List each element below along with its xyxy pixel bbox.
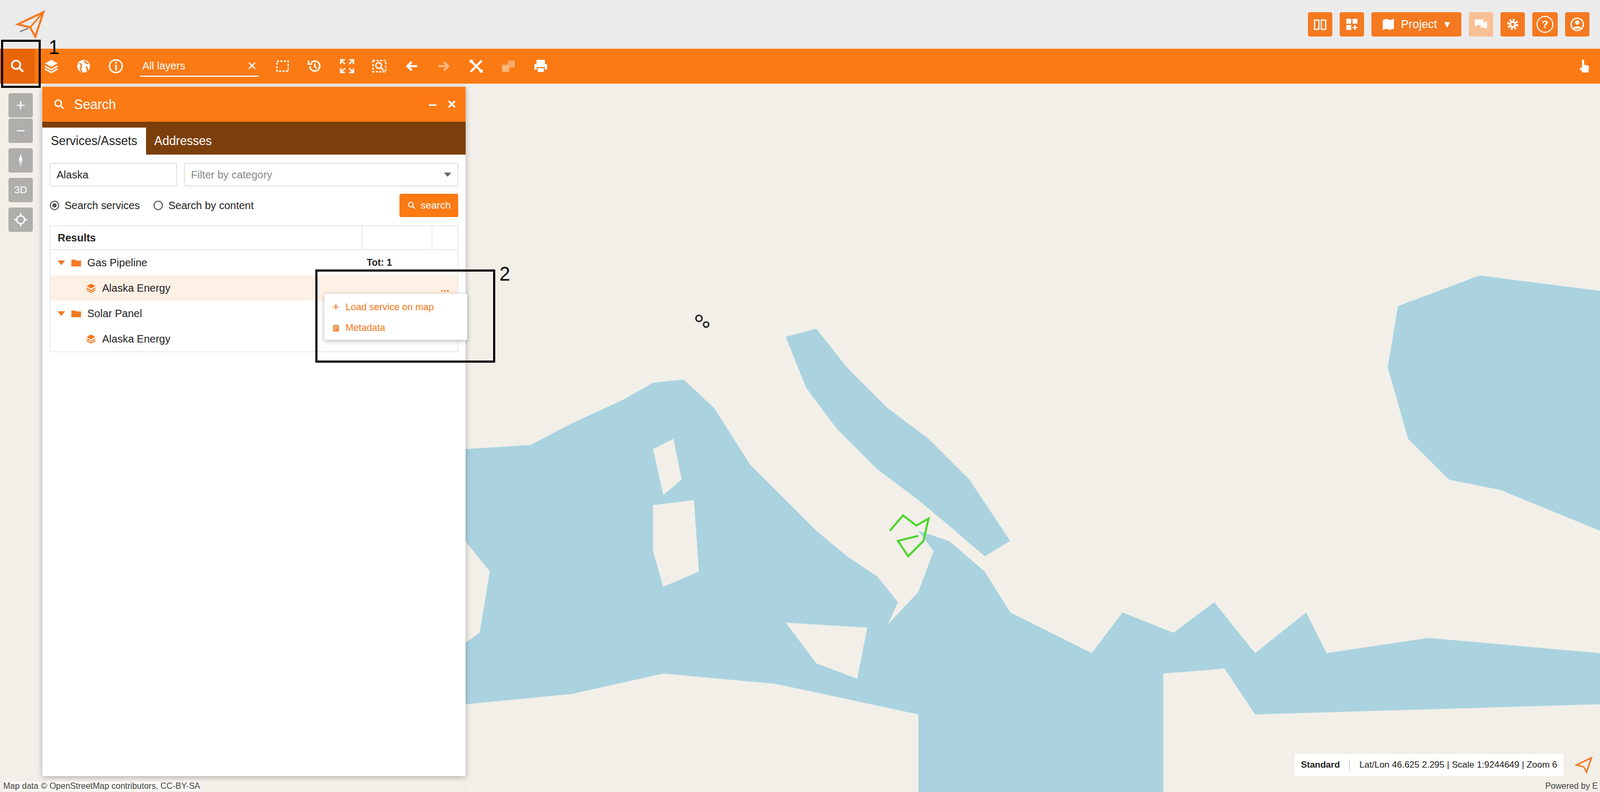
- clear-filter-button[interactable]: ×: [247, 57, 257, 74]
- zoom-in-button[interactable]: +: [8, 93, 33, 118]
- grid-icon: [1344, 16, 1360, 32]
- status-bar: StandardLat/Lon 46.625 2.295 | Scale 1:9…: [1294, 753, 1564, 776]
- tab[interactable]: Addresses: [146, 127, 221, 155]
- powered-by: Powered by E: [1544, 780, 1598, 791]
- context-menu: +Load service on mapMetadata: [324, 293, 468, 340]
- panel-title: Search: [74, 96, 420, 113]
- user-icon: [1569, 16, 1585, 32]
- back-icon: [403, 57, 421, 75]
- globe-icon: [75, 57, 93, 75]
- compass-icon: [12, 152, 29, 169]
- basemap-button[interactable]: [67, 48, 100, 84]
- expand-icon[interactable]: [57, 311, 66, 316]
- tab[interactable]: Services/Assets: [42, 127, 147, 155]
- chat-icon: [1473, 16, 1489, 32]
- results-header: Results: [50, 225, 458, 250]
- fullscreen-icon: [338, 57, 356, 75]
- map-toolbar: All layers×: [0, 48, 1600, 84]
- compass-button[interactable]: [8, 148, 33, 173]
- chat-button[interactable]: [1468, 12, 1494, 37]
- map-controls: +− 3D: [8, 93, 33, 232]
- zoom-controls: +−: [8, 93, 33, 143]
- project-button[interactable]: Project▼: [1371, 12, 1462, 37]
- layers-off-button[interactable]: [492, 48, 525, 84]
- document-icon: [331, 323, 341, 333]
- category-select[interactable]: Filter by category: [184, 162, 459, 187]
- dashboard-button[interactable]: [1339, 12, 1365, 37]
- book-button[interactable]: [1307, 12, 1333, 37]
- close-button[interactable]: ×: [446, 95, 458, 113]
- search-mode-radio[interactable]: Search by content: [153, 199, 254, 212]
- search-icon: [8, 57, 26, 75]
- minimize-button[interactable]: –: [427, 95, 439, 113]
- search-form: Alaska Filter by category Search services S…: [42, 154, 466, 223]
- map-view[interactable]: +−3DSearch–×Services/AssetsAddressesAlas…: [0, 83, 1600, 792]
- layers-off-icon: [500, 57, 517, 75]
- logo-icon[interactable]: [14, 8, 46, 40]
- annotation-box: [1, 39, 41, 88]
- zoom-box-button[interactable]: [362, 48, 396, 84]
- dropdown-icon: [443, 172, 452, 177]
- info-button[interactable]: [99, 48, 132, 84]
- app-header: Project▼?: [0, 0, 1600, 49]
- zoom-box-icon: [370, 57, 388, 75]
- forward-button[interactable]: [427, 48, 460, 84]
- logo-icon: [1574, 755, 1593, 774]
- search-icon: [406, 200, 417, 211]
- map-icon: [1380, 16, 1396, 32]
- radio-icon: [153, 200, 163, 211]
- book-icon: [1312, 16, 1328, 32]
- layers-icon: [85, 282, 97, 294]
- query-input[interactable]: Alaska: [49, 162, 177, 187]
- annotation-label: 1: [48, 38, 60, 58]
- zoom-out-button[interactable]: −: [8, 118, 33, 143]
- target-icon: [12, 211, 29, 228]
- print-icon: [532, 57, 550, 75]
- context-menu-item[interactable]: +Load service on map: [324, 295, 468, 318]
- annotation-box: [315, 269, 496, 363]
- map-style-button[interactable]: Standard: [1301, 759, 1351, 770]
- settings-button[interactable]: [1500, 12, 1525, 37]
- forward-icon: [435, 57, 453, 75]
- history-icon: [306, 57, 324, 75]
- locate-button[interactable]: [8, 207, 33, 232]
- help-button[interactable]: ?: [1532, 12, 1558, 37]
- select-area-button[interactable]: [266, 48, 299, 84]
- search-panel: Search–×Services/AssetsAddressesAlaskaFi…: [42, 86, 466, 776]
- expand-icon[interactable]: [57, 260, 66, 266]
- touch-button[interactable]: [1567, 48, 1600, 84]
- header-actions: Project▼?: [1307, 12, 1590, 37]
- tools-button[interactable]: [459, 48, 493, 84]
- search-button[interactable]: search: [399, 193, 459, 217]
- map-application: Project▼?All layers×+−3DSearch–×Services…: [0, 0, 1600, 792]
- select-area-icon: [274, 57, 292, 75]
- back-button[interactable]: [395, 48, 428, 84]
- gear-icon: [1505, 16, 1521, 32]
- layer-filter-field[interactable]: All layers×: [140, 55, 259, 77]
- search-tool-button[interactable]: [0, 48, 35, 84]
- folder-icon: [70, 307, 83, 320]
- fullscreen-button[interactable]: [330, 48, 363, 84]
- user-button[interactable]: [1565, 12, 1590, 37]
- search-icon: [52, 97, 66, 111]
- radio-icon: [49, 200, 60, 211]
- history-button[interactable]: [298, 48, 331, 84]
- touch-icon: [1575, 57, 1593, 75]
- panel-tabs: Services/AssetsAddresses: [42, 121, 466, 155]
- print-button[interactable]: [524, 48, 557, 84]
- layers-icon: [85, 332, 97, 345]
- tools-icon: [467, 57, 485, 75]
- group-row[interactable]: Gas PipelineTot: 1: [50, 249, 458, 276]
- annotation-label: 2: [499, 264, 511, 284]
- context-menu-item[interactable]: Metadata: [324, 317, 468, 338]
- view-3d-button[interactable]: 3D: [8, 177, 33, 203]
- layers-icon: [42, 57, 60, 75]
- info-icon: [107, 57, 125, 75]
- map-attribution: Map data © OpenStreetMap contributors, C…: [3, 780, 200, 791]
- folder-icon: [70, 256, 83, 269]
- panel-header: Search–×: [42, 86, 466, 122]
- search-mode-radio[interactable]: Search services: [49, 199, 140, 212]
